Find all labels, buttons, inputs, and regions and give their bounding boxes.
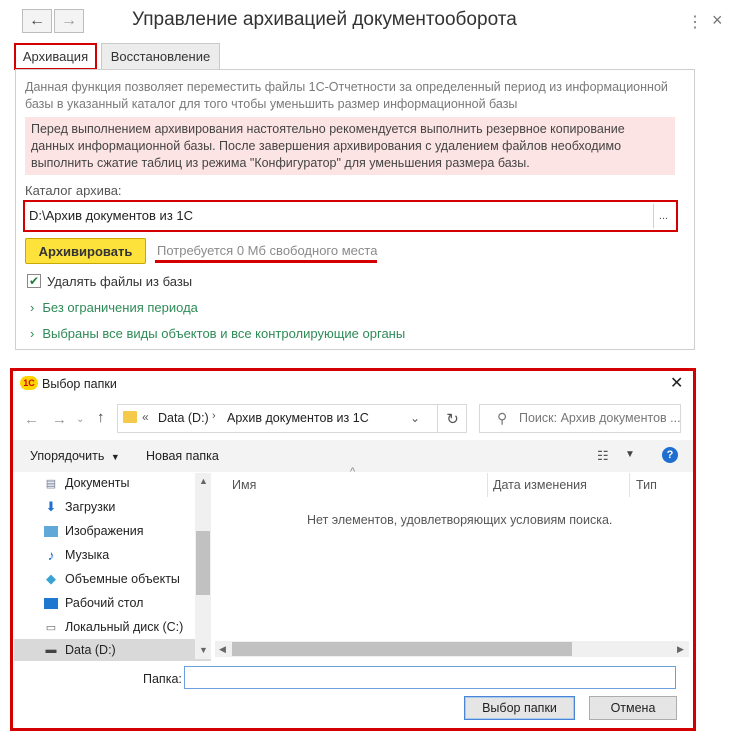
sort-indicator-icon: ^: [350, 466, 356, 478]
dialog-back-icon[interactable]: ←: [24, 411, 39, 428]
column-type[interactable]: Тип: [636, 478, 657, 492]
refresh-icon[interactable]: ↻: [437, 405, 467, 432]
dialog-title: Выбор папки: [42, 377, 117, 391]
folder-icon: [123, 411, 137, 423]
tree-item-drive-c[interactable]: ▭ Локальный диск (C:): [44, 620, 184, 634]
required-space-text: Потребуется 0 Мб свободного места: [157, 243, 378, 258]
tree-item-documents[interactable]: ▤ Документы: [44, 476, 130, 490]
search-placeholder: Поиск: Архив документов ...: [519, 411, 681, 425]
highlight-underline: [155, 260, 377, 263]
tree-item-drive-d[interactable]: ▬ Data (D:): [44, 643, 116, 657]
up-folder-icon[interactable]: ↑: [97, 409, 105, 426]
tree-scroll-thumb[interactable]: [196, 531, 210, 595]
tree-item-music[interactable]: ♪ Музыка: [44, 547, 110, 563]
3d-objects-icon: ◆: [46, 571, 56, 586]
back-button[interactable]: ←: [22, 9, 52, 33]
catalog-label: Каталог архива:: [25, 183, 122, 198]
catalog-value: D:\Архив документов из 1С: [29, 208, 194, 223]
tree-item-pictures[interactable]: Изображения: [44, 524, 144, 538]
intro-text: Данная функция позволяет переместить фай…: [25, 80, 668, 111]
view-dropdown-icon[interactable]: ▼: [625, 449, 635, 460]
delete-files-label: Удалять файлы из базы: [47, 274, 193, 289]
tree-item-3d-objects[interactable]: ◆ Объемные объекты: [44, 571, 180, 586]
scroll-left-icon[interactable]: ◀: [219, 644, 226, 655]
delete-files-checkbox[interactable]: ✔: [27, 274, 41, 288]
column-divider[interactable]: [487, 473, 488, 497]
documents-icon: ▤: [45, 477, 57, 490]
warning-box: Перед выполнением архивирования настояте…: [25, 117, 675, 175]
tree-item-downloads[interactable]: ⬇ Загрузки: [44, 499, 116, 514]
breadcrumb-drive[interactable]: Data (D:): [158, 411, 209, 425]
address-dropdown-icon[interactable]: ⌄: [410, 411, 420, 425]
view-options-icon[interactable]: ☷: [597, 448, 609, 464]
close-window-icon[interactable]: ×: [712, 10, 723, 31]
drive-icon: ▭: [45, 621, 57, 634]
organize-button[interactable]: Упорядочить ▼: [30, 449, 120, 463]
chevron-right-icon: ›: [30, 326, 35, 341]
new-folder-button[interactable]: Новая папка: [146, 449, 219, 463]
tab-restore[interactable]: Восстановление: [101, 43, 220, 70]
tree-item-desktop[interactable]: Рабочий стол: [44, 596, 143, 610]
chevron-right-icon: ›: [30, 300, 35, 315]
search-icon: ⚲: [497, 410, 508, 426]
dialog-close-icon[interactable]: ✕: [670, 373, 683, 393]
window-title: Управление архивацией документооборота: [132, 9, 517, 30]
empty-message: Нет элементов, удовлетворяющих условиям …: [307, 513, 613, 527]
more-menu-icon[interactable]: ⋮: [687, 12, 703, 32]
catalog-browse-button[interactable]: ...: [653, 204, 673, 228]
scroll-down-icon[interactable]: ▼: [199, 645, 208, 655]
desktop-icon: [44, 597, 58, 609]
address-history-icon[interactable]: «: [142, 410, 149, 424]
folder-input[interactable]: [184, 666, 676, 689]
scroll-right-icon[interactable]: ▶: [677, 644, 684, 655]
dialog-forward-icon[interactable]: →: [52, 411, 67, 428]
drive-icon: ▬: [45, 644, 57, 656]
select-folder-button[interactable]: Выбор папки: [464, 696, 575, 720]
dropdown-arrow-icon: ▼: [110, 452, 120, 462]
downloads-icon: ⬇: [45, 499, 57, 514]
help-icon[interactable]: ?: [662, 447, 678, 463]
period-link[interactable]: › Без ограничения периода: [30, 300, 198, 315]
breadcrumb-folder[interactable]: Архив документов из 1С: [227, 411, 369, 425]
arrow-left-icon: ←: [29, 12, 45, 29]
music-icon: ♪: [47, 547, 55, 563]
1c-logo-icon: 1С: [20, 376, 38, 390]
forward-button[interactable]: →: [54, 9, 84, 33]
pictures-icon: [44, 525, 58, 537]
breadcrumb-separator-icon: ›: [212, 410, 216, 422]
column-name[interactable]: Имя: [232, 478, 256, 492]
archive-button[interactable]: Архивировать: [25, 238, 146, 264]
objects-link[interactable]: › Выбраны все виды объектов и все контрол…: [30, 326, 405, 341]
scroll-up-icon[interactable]: ▲: [199, 476, 208, 486]
column-date[interactable]: Дата изменения: [493, 478, 587, 492]
recent-dropdown-icon[interactable]: ⌄: [76, 414, 84, 425]
list-scroll-thumb[interactable]: [232, 642, 572, 656]
tab-archive[interactable]: Архивация: [14, 43, 97, 70]
folder-label: Папка:: [143, 672, 182, 686]
arrow-right-icon: →: [61, 12, 77, 29]
column-divider[interactable]: [629, 473, 630, 497]
cancel-button[interactable]: Отмена: [589, 696, 677, 720]
